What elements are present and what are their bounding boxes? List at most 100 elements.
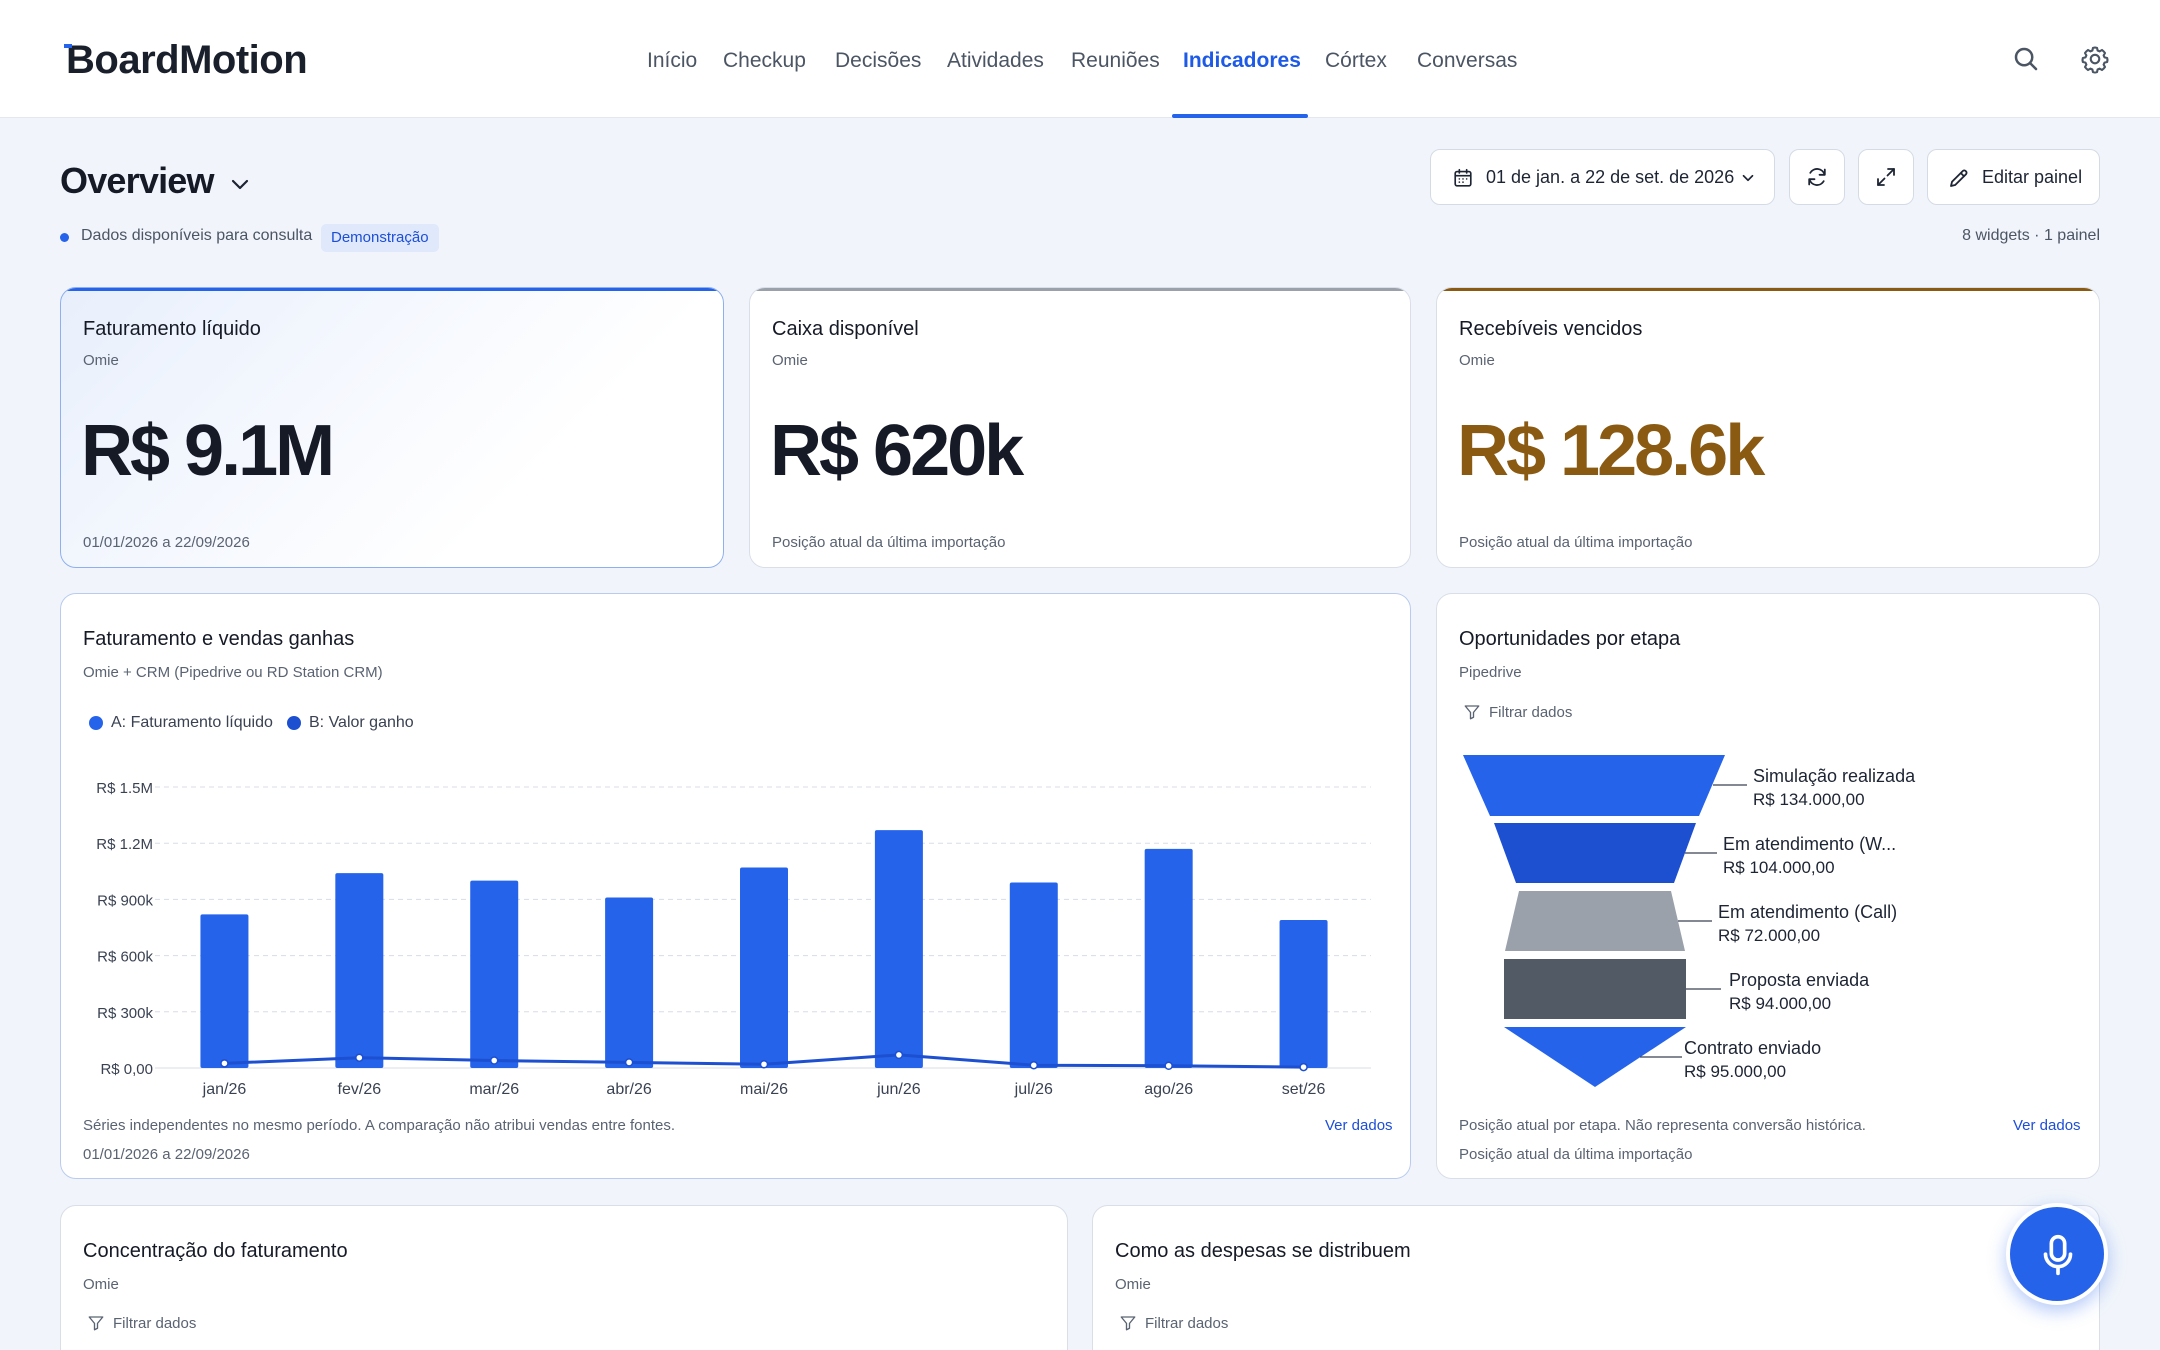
line-point <box>759 1060 769 1069</box>
bar <box>605 897 654 1068</box>
bar-chart: R$ 0,00 R$ 300k R$ 600k R$ 900k R$ 1.2M R$ 1.… <box>96 780 1371 1098</box>
card-title: Faturamento líquido <box>83 318 261 340</box>
y-tick-label: R$ 1.2M <box>96 836 153 853</box>
x-tick-label: set/26 <box>1282 1081 1326 1098</box>
main-nav: Início Checkup Decisões Atividades Reuni… <box>0 0 2160 118</box>
x-tick-label: ago/26 <box>1144 1081 1193 1098</box>
nav-active-indicator <box>1172 114 1308 118</box>
edit-panel-label: Editar painel <box>1982 167 2083 187</box>
expand-icon <box>1877 168 1895 186</box>
chart-period: 01/01/2026 a 22/09/2026 <box>83 1146 250 1163</box>
revenue-chart-card[interactable]: Faturamento e vendas ganhas Omie + CRM (… <box>60 593 1411 1179</box>
nav-indicadores[interactable]: Indicadores <box>1183 49 1301 73</box>
page-title: Overview <box>60 160 215 201</box>
x-tick-label: jun/26 <box>876 1081 921 1098</box>
nav-conversas[interactable]: Conversas <box>1417 49 1517 73</box>
nav-cortex[interactable]: Córtex <box>1325 49 1387 73</box>
line-point <box>1029 1060 1039 1070</box>
card-title: Como as despesas se distribuem <box>1115 1240 1411 1262</box>
bar <box>335 873 384 1068</box>
kpi-value: R$ 128.6k <box>1457 411 1765 491</box>
card-source: Omie <box>1459 352 1495 369</box>
kpi-value: R$ 620k <box>770 411 1024 491</box>
card-footer: 01/01/2026 a 22/09/2026 <box>83 534 250 551</box>
nav-reunioes[interactable]: Reuniões <box>1071 49 1160 73</box>
funnel-stage-4 <box>1504 959 1686 1019</box>
calendar-icon <box>1454 168 1472 187</box>
voice-assistant-button[interactable] <box>2006 1203 2108 1305</box>
card-footer: Posição atual da última importação <box>1459 534 1693 551</box>
line-point <box>489 1056 499 1065</box>
bar <box>200 914 249 1068</box>
gear-icon[interactable] <box>2080 44 2110 74</box>
card-accent <box>750 288 1410 291</box>
chevron-down-icon <box>1742 174 1754 182</box>
view-data-link[interactable]: Ver dados <box>2013 1117 2081 1134</box>
search-icon[interactable] <box>2011 44 2041 74</box>
concentration-card[interactable]: Concentração do faturamento Omie Filtrar… <box>60 1205 1068 1350</box>
funnel-label-1: Simulação realizada <box>1753 766 1916 786</box>
kpi-card-caixa[interactable]: Caixa disponível Omie R$ 620k Posição at… <box>749 287 1411 568</box>
bar <box>470 880 519 1068</box>
line-point <box>220 1059 229 1068</box>
kpi-card-recebiveis[interactable]: Recebíveis vencidos Omie R$ 128.6k Posiç… <box>1436 287 2100 568</box>
status-text: Dados disponíveis para consulta <box>81 227 313 244</box>
nav-decisoes[interactable]: Decisões <box>835 49 921 73</box>
nav-checkup[interactable]: Checkup <box>723 49 806 73</box>
card-source: Omie <box>1115 1276 1151 1293</box>
demo-badge: Demonstração <box>321 224 439 252</box>
filter-icon <box>88 1316 104 1331</box>
funnel-card[interactable]: Oportunidades por etapa Pipedrive Filtra… <box>1436 593 2100 1179</box>
x-tick-label: jul/26 <box>1014 1081 1053 1098</box>
funnel-chart: Simulação realizada R$ 134.000,00 Em ate… <box>1463 755 1916 1087</box>
line-point <box>355 1053 364 1062</box>
y-tick-label: R$ 1.5M <box>96 780 153 797</box>
x-tick-label: abr/26 <box>606 1081 651 1098</box>
nav-atividades[interactable]: Atividades <box>947 49 1044 73</box>
bar <box>1279 920 1328 1068</box>
line-point <box>894 1050 904 1060</box>
funnel-stage-2 <box>1494 823 1696 883</box>
edit-panel-button[interactable]: Editar painel <box>1927 149 2100 205</box>
funnel-label-2: Em atendimento (W... <box>1723 834 1896 854</box>
refresh-icon <box>1808 168 1826 186</box>
pencil-icon <box>1950 169 1968 187</box>
view-data-link[interactable]: Ver dados <box>1325 1117 1393 1134</box>
y-tick-label: R$ 600k <box>97 949 153 966</box>
funnel-label-4: Proposta enviada <box>1729 970 1870 990</box>
kpi-value: R$ 9.1M <box>81 411 335 491</box>
x-tick-label: mar/26 <box>469 1081 519 1098</box>
filter-label: Filtrar dados <box>1145 1315 1229 1332</box>
funnel-value-4: R$ 94.000,00 <box>1729 994 1831 1013</box>
filter-icon <box>1120 1316 1136 1331</box>
x-tick-label: mai/26 <box>740 1081 788 1098</box>
card-source: Omie <box>772 352 808 369</box>
funnel-label-5: Contrato enviado <box>1684 1038 1821 1058</box>
funnel-footer: Posição atual da última importação <box>1459 1146 1693 1163</box>
funnel-value-3: R$ 72.000,00 <box>1718 926 1820 945</box>
bar <box>740 867 788 1068</box>
funnel-note: Posição atual por etapa. Não representa … <box>1459 1117 1866 1134</box>
expenses-card[interactable]: Como as despesas se distribuem Omie Filt… <box>1092 1205 2100 1350</box>
line-point <box>1164 1061 1173 1071</box>
nav-inicio[interactable]: Início <box>647 49 697 73</box>
card-footer: Posição atual da última importação <box>772 534 1006 551</box>
funnel-value-2: R$ 104.000,00 <box>1723 858 1835 877</box>
card-title: Caixa disponível <box>772 318 919 340</box>
kpi-card-faturamento[interactable]: Faturamento líquido Omie R$ 9.1M 01/01/2… <box>60 287 724 568</box>
line-point <box>1299 1062 1308 1072</box>
card-accent <box>1437 288 2099 291</box>
filter-label: Filtrar dados <box>113 1315 197 1332</box>
bar <box>1009 882 1058 1068</box>
y-tick-label: R$ 0,00 <box>100 1061 153 1078</box>
date-range-label: 01 de jan. a 22 de set. de 2026 <box>1486 167 1735 187</box>
date-range-button[interactable]: 01 de jan. a 22 de set. de 2026 <box>1430 149 1775 205</box>
refresh-button[interactable] <box>1789 149 1845 205</box>
chevron-down-icon[interactable] <box>228 172 252 196</box>
y-tick-label: R$ 900k <box>97 892 153 909</box>
bar <box>1144 848 1193 1068</box>
funnel-stage-3 <box>1505 891 1685 951</box>
line-point <box>624 1058 634 1067</box>
y-tick-label: R$ 300k <box>97 1005 153 1022</box>
expand-button[interactable] <box>1858 149 1914 205</box>
